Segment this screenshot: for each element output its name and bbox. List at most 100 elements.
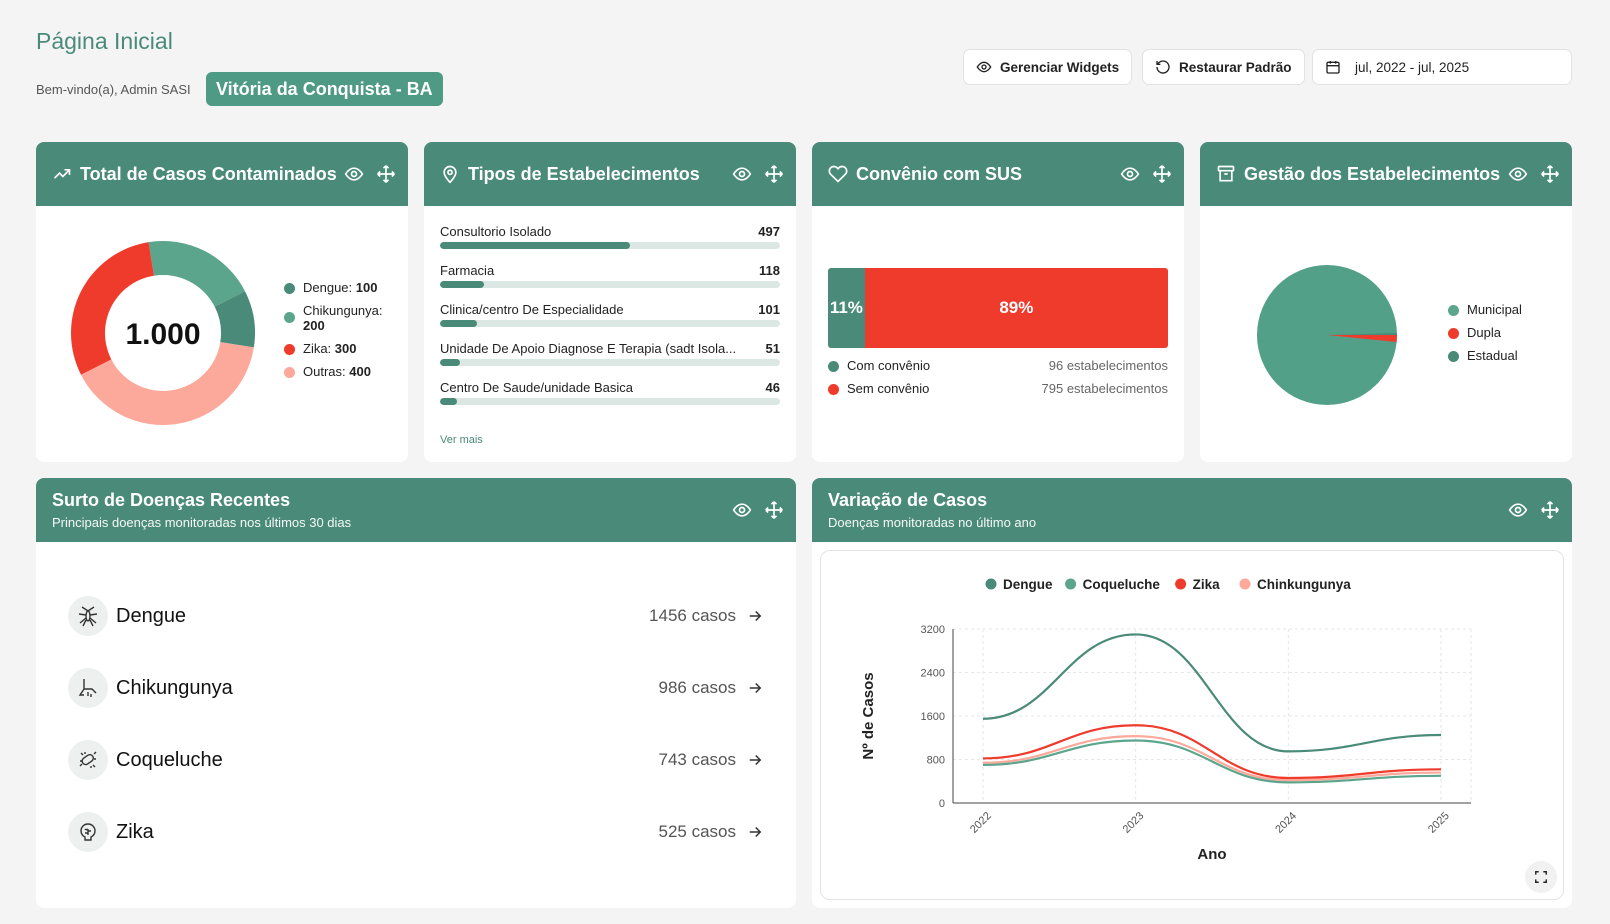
fullscreen-icon <box>1535 871 1547 883</box>
case-variation-title: Variação de Casos <box>828 490 988 510</box>
establishment-bar-fill <box>440 398 457 405</box>
establishment-bar-track <box>440 281 780 288</box>
restore-default-label: Restaurar Padrão <box>1179 59 1292 75</box>
outbreak-widget: Surto de Doenças Recentes Principais doe… <box>36 478 796 908</box>
date-range-picker[interactable]: jul, 2022 - jul, 2025 <box>1312 49 1572 85</box>
donut-slice-chikungunya <box>148 241 245 307</box>
establishment-bar-fill <box>440 359 461 366</box>
line-chart-frame: Dengue Coqueluche Zika Chinkungunya 0 800 1600… <box>820 550 1564 900</box>
eye-icon[interactable] <box>1508 164 1528 184</box>
case-variation-widget: Variação de Casos Doenças monitoradas no… <box>812 478 1572 908</box>
arrow-right-icon[interactable] <box>746 607 764 625</box>
legend-label: Dengue <box>1003 577 1053 592</box>
series-line-dengue <box>982 633 1442 753</box>
management-pie-chart <box>1257 265 1397 405</box>
cases-donut-chart: 1.000 <box>70 241 255 425</box>
establishment-count: 51 <box>765 341 780 356</box>
establishment-count: 497 <box>758 224 780 239</box>
disease-name: Coqueluche <box>116 748 223 771</box>
legend-dot <box>284 367 295 378</box>
arrow-right-icon[interactable] <box>746 751 764 769</box>
y-tick-label: 1600 <box>921 711 945 723</box>
move-icon[interactable] <box>1152 164 1172 184</box>
establishment-row: Unidade De Apoio Diagnose E Terapia (sad… <box>440 341 780 366</box>
establishment-bar-track <box>440 320 780 327</box>
disease-count: 986 casos <box>658 678 737 697</box>
sus-without-segment: 89% <box>864 268 1168 348</box>
arrow-right-icon[interactable] <box>746 823 764 841</box>
establishment-count: 118 <box>759 263 780 278</box>
establishment-label: Centro De Saude/unidade Basica <box>440 380 633 395</box>
establishment-label: Farmacia <box>440 263 495 278</box>
move-icon[interactable] <box>764 500 784 520</box>
sus-legend-with: Com convênio 96 estabelecimentos <box>828 358 1168 373</box>
management-header: Gestão dos Estabelecimentos <box>1200 142 1572 206</box>
y-tick-label: 2400 <box>921 668 945 680</box>
outbreak-header: Surto de Doenças Recentes Principais doe… <box>36 478 796 542</box>
mosquito-icon <box>78 606 98 627</box>
legend-dot <box>1448 305 1459 316</box>
eye-icon[interactable] <box>1120 164 1140 184</box>
legend-dot <box>284 344 295 355</box>
sus-with-segment: 11% <box>828 268 865 348</box>
establishment-row: Consultorio Isolado 497 <box>440 224 780 249</box>
establishment-label: Clinica/centro De Especialidade <box>440 302 624 317</box>
total-cases-header: Total de Casos Contaminados <box>36 142 408 206</box>
outbreak-title: Surto de Doenças Recentes <box>52 490 291 510</box>
move-icon[interactable] <box>764 164 784 184</box>
arrow-right-icon[interactable] <box>746 679 764 697</box>
eye-icon[interactable] <box>732 500 752 520</box>
establishment-bar-fill <box>440 320 478 327</box>
establishment-types-widget: Tipos de Estabelecimentos Consultorio Is… <box>424 142 796 462</box>
legend-label: Coqueluche <box>1083 577 1161 592</box>
disease-count: 1456 casos <box>649 606 736 625</box>
bacteria-icon <box>79 751 97 768</box>
disease-name: Chikungunya <box>116 676 233 699</box>
x-axis-label: Ano <box>1197 846 1226 863</box>
establishment-row: Centro De Saude/unidade Basica 46 <box>440 380 780 405</box>
fullscreen-button[interactable] <box>1525 861 1557 893</box>
move-icon[interactable] <box>376 164 396 184</box>
establishment-label: Unidade De Apoio Diagnose E Terapia (sad… <box>440 341 737 356</box>
archive-icon <box>1217 165 1235 182</box>
establishment-bar-fill <box>440 242 631 249</box>
calendar-icon <box>1326 61 1340 74</box>
eye-icon <box>976 61 992 73</box>
legend-item-chikungunya: Chikungunya: 200 <box>284 303 404 333</box>
disease-row-coqueluche[interactable]: Coqueluche 743 casos <box>68 724 796 796</box>
disease-name: Dengue <box>116 604 187 627</box>
manage-widgets-button[interactable]: Gerenciar Widgets <box>963 49 1133 85</box>
move-icon[interactable] <box>1540 500 1560 520</box>
sus-legend: Com convênio 96 estabelecimentos Sem con… <box>828 358 1168 396</box>
joint-icon <box>78 679 97 697</box>
establishment-types-header: Tipos de Estabelecimentos <box>424 142 796 206</box>
management-title: Gestão dos Estabelecimentos <box>1244 163 1501 184</box>
cases-total: 1.000 <box>125 318 200 351</box>
move-icon[interactable] <box>1540 164 1560 184</box>
management-legend: Municipal Dupla Estadual <box>1448 302 1522 371</box>
x-tick-label: 2025 <box>1426 810 1452 836</box>
eye-icon[interactable] <box>732 164 752 184</box>
establishment-row: Farmacia 118 <box>440 263 780 288</box>
legend-item-dengue: Dengue: 100 <box>284 280 404 295</box>
brain-icon <box>80 823 96 841</box>
disease-row-chikungunya[interactable]: Chikungunya 986 casos <box>68 652 796 724</box>
see-more-link[interactable]: Ver mais <box>440 434 483 446</box>
cases-legend: Dengue: 100 Chikungunya: 200 Zika: 300 Ou… <box>284 280 404 387</box>
rotate-ccw-icon <box>1156 60 1170 74</box>
establishment-row: Clinica/centro De Especialidade 101 <box>440 302 780 327</box>
sus-agreement-header: Convênio com SUS <box>812 142 1184 206</box>
eye-icon[interactable] <box>1508 500 1528 520</box>
sus-stacked-bar: 11% 89% <box>828 268 1168 348</box>
heart-icon <box>828 165 848 183</box>
establishment-bar-track <box>440 242 780 249</box>
eye-icon[interactable] <box>344 164 364 184</box>
restore-default-button[interactable]: Restaurar Padrão <box>1142 49 1305 85</box>
disease-row-zika[interactable]: Zika 525 casos <box>68 796 796 868</box>
total-cases-title: Total de Casos Contaminados <box>80 163 337 184</box>
manage-widgets-label: Gerenciar Widgets <box>1000 59 1120 75</box>
management-widget: Gestão dos Estabelecimentos Municipal Du… <box>1200 142 1572 462</box>
establishment-bar-fill <box>440 281 485 288</box>
disease-row-dengue[interactable]: Dengue 1456 casos <box>68 580 796 652</box>
date-range-label: jul, 2022 - jul, 2025 <box>1355 59 1470 75</box>
